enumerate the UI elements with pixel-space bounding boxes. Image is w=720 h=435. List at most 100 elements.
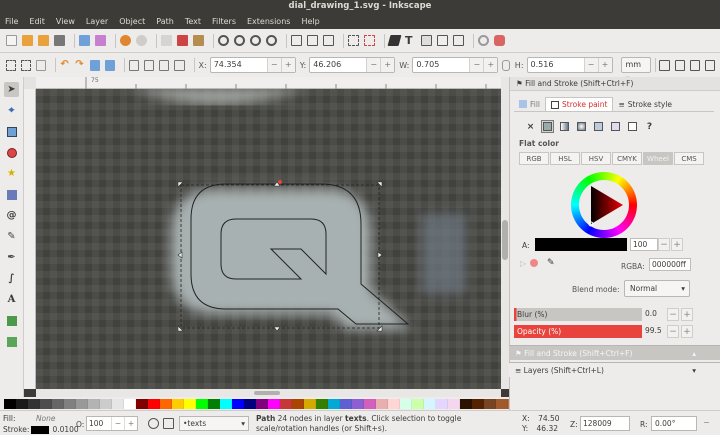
palette-swatch[interactable] — [376, 398, 388, 409]
lower-icon[interactable] — [159, 59, 170, 71]
color-picker-icon[interactable]: ✎ — [547, 258, 555, 268]
palette-swatch[interactable] — [496, 398, 508, 409]
raise-to-top-icon[interactable] — [129, 59, 140, 71]
scale-stroke-icon[interactable] — [659, 59, 670, 71]
zoom-drawing-icon[interactable] — [234, 35, 245, 46]
opacity-decrement-panel-button[interactable]: − — [667, 325, 679, 338]
mode-cms[interactable]: CMS — [674, 152, 704, 165]
palette-swatch[interactable] — [196, 398, 208, 409]
redo-icon[interactable] — [136, 35, 147, 46]
w-decrement-button[interactable]: − — [469, 58, 484, 72]
ungroup-icon[interactable] — [364, 35, 375, 46]
layers-icon[interactable] — [421, 35, 432, 46]
open-file-icon[interactable] — [22, 35, 33, 46]
alpha-increment-button[interactable]: + — [671, 238, 683, 251]
unit-select[interactable]: mm ▾ — [620, 57, 651, 83]
zoom-input[interactable]: 128009 — [580, 416, 630, 431]
opacity-input[interactable]: 100 — [87, 417, 111, 430]
fill-indicator[interactable]: Fill: None — [3, 414, 56, 423]
color-triangle[interactable] — [579, 180, 629, 230]
scale-corners-icon[interactable] — [674, 59, 685, 71]
radial-gradient-button[interactable] — [575, 120, 588, 133]
stroke-indicator[interactable]: Stroke: 0.0100 — [3, 425, 79, 434]
3d-box-tool-icon[interactable] — [4, 187, 19, 202]
paste-icon[interactable] — [193, 35, 204, 46]
mode-cmyk[interactable]: CMYK — [612, 152, 642, 165]
deselect-icon[interactable] — [36, 59, 47, 71]
mode-hsl[interactable]: HSL — [550, 152, 580, 165]
duplicate-icon[interactable] — [291, 35, 302, 46]
menu-object[interactable]: Object — [119, 17, 145, 26]
save-icon[interactable] — [38, 35, 49, 46]
palette-swatch[interactable] — [304, 398, 316, 409]
layer-visibility-icon[interactable] — [148, 418, 159, 429]
panel-layers-collapsed[interactable]: ≡ Layers (Shift+Ctrl+L) ▾ — [509, 362, 720, 377]
opacity-panel-input[interactable]: 99.5 — [643, 325, 667, 338]
flip-vertical-icon[interactable] — [105, 59, 116, 71]
menu-extensions[interactable]: Extensions — [247, 17, 290, 26]
palette-swatch[interactable] — [244, 398, 256, 409]
palette-swatch[interactable] — [220, 398, 232, 409]
menu-file[interactable]: File — [5, 17, 18, 26]
tab-stroke-style[interactable]: ≡ Stroke style — [613, 97, 677, 111]
palette-swatch[interactable] — [484, 398, 496, 409]
palette-swatch[interactable] — [436, 398, 448, 409]
menu-edit[interactable]: Edit — [29, 17, 45, 26]
rectangle-tool-icon[interactable] — [4, 124, 19, 139]
y-input[interactable]: 46.206 — [310, 58, 366, 72]
alpha-decrement-button[interactable]: − — [658, 238, 670, 251]
tab-stroke-paint[interactable]: Stroke paint — [545, 97, 614, 111]
mode-wheel[interactable]: Wheel — [643, 152, 673, 165]
eraser-tool-icon[interactable] — [4, 334, 19, 349]
lock-ratio-icon[interactable] — [502, 59, 510, 71]
palette-swatch[interactable] — [280, 398, 292, 409]
calligraphy-tool-icon[interactable]: ∫ — [4, 271, 19, 286]
palette-swatch[interactable] — [4, 398, 16, 409]
horizontal-scrollbar[interactable] — [36, 389, 501, 397]
rotate-cw-icon[interactable]: ↷ — [75, 59, 85, 71]
vertical-ruler[interactable] — [24, 89, 36, 389]
document-properties-icon[interactable] — [494, 35, 505, 46]
fill-stroke-icon[interactable] — [387, 35, 402, 46]
zoom-width-icon[interactable] — [266, 35, 277, 46]
undo-icon[interactable] — [120, 35, 131, 46]
flat-color-button[interactable] — [541, 120, 554, 133]
palette-swatch[interactable] — [424, 398, 436, 409]
unset-paint-button[interactable]: ? — [643, 120, 656, 133]
palette-swatch[interactable] — [184, 398, 196, 409]
spray-tool-icon[interactable] — [4, 313, 19, 328]
menu-help[interactable]: Help — [301, 17, 319, 26]
swatch-button[interactable] — [626, 120, 639, 133]
horizontal-ruler[interactable]: 75 — [36, 77, 501, 89]
opacity-slider[interactable]: Opacity (%) — [514, 325, 642, 338]
alpha-input[interactable]: 100 — [630, 238, 658, 251]
zoom-selection-icon[interactable] — [218, 35, 229, 46]
palette-swatch[interactable] — [208, 398, 220, 409]
print-icon[interactable] — [54, 35, 65, 46]
y-decrement-button[interactable]: − — [366, 58, 381, 72]
palette-swatch[interactable] — [28, 398, 40, 409]
menu-path[interactable]: Path — [156, 17, 174, 26]
ellipse-tool-icon[interactable] — [4, 145, 19, 160]
h-increment-button[interactable]: + — [597, 58, 612, 72]
palette-swatch[interactable] — [388, 398, 400, 409]
menu-text[interactable]: Text — [185, 17, 201, 26]
text-font-icon[interactable]: T — [405, 35, 416, 46]
raise-icon[interactable] — [144, 59, 155, 71]
copy-icon[interactable] — [161, 35, 172, 46]
text-tool-icon[interactable]: A — [4, 292, 19, 307]
node-tool-icon[interactable]: ⌖ — [4, 103, 19, 118]
flip-horizontal-icon[interactable] — [90, 59, 101, 71]
pattern-button[interactable] — [609, 120, 622, 133]
rgba-input[interactable]: 000000ff — [649, 258, 691, 271]
mesh-gradient-button[interactable] — [592, 120, 605, 133]
no-paint-button[interactable]: × — [524, 120, 537, 133]
lower-to-bottom-icon[interactable] — [174, 59, 185, 71]
palette-swatch[interactable] — [88, 398, 100, 409]
palette-swatch[interactable] — [292, 398, 304, 409]
palette-swatch[interactable] — [400, 398, 412, 409]
palette-swatch[interactable] — [256, 398, 268, 409]
blend-mode-select[interactable]: Normal ▾ — [624, 280, 690, 297]
selector-tool-icon[interactable]: ➤ — [4, 82, 19, 97]
palette-swatch[interactable] — [100, 398, 112, 409]
